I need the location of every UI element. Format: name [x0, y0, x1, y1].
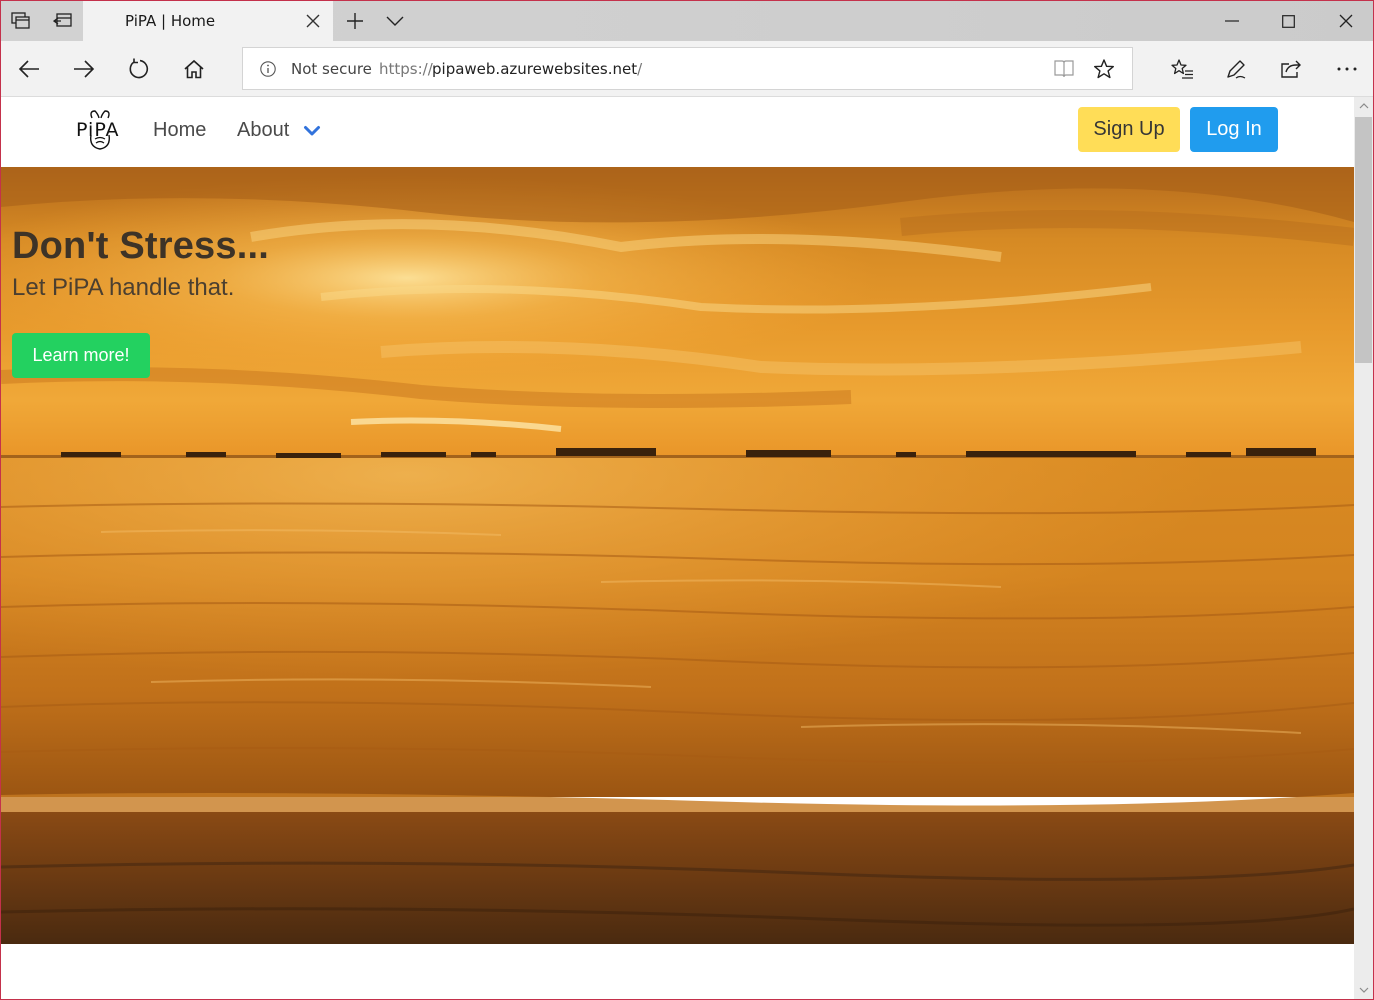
star-icon[interactable] [1093, 58, 1117, 82]
hero-title: Don't Stress... [12, 225, 269, 267]
browser-window: PiPA | Home Not secure https:// pipaweb.… [0, 0, 1374, 1000]
scroll-down-icon[interactable] [1354, 981, 1373, 999]
learn-more-button[interactable]: Learn more! [12, 333, 150, 378]
refresh-icon[interactable] [119, 49, 159, 89]
book-icon[interactable] [1053, 59, 1077, 81]
tabs-set-aside-icon[interactable] [43, 1, 83, 41]
scrollbar-thumb[interactable] [1355, 117, 1372, 363]
close-icon[interactable] [303, 11, 323, 31]
chevron-down-icon[interactable] [303, 122, 321, 140]
url-text: pipaweb.azurewebsites.net/ [432, 60, 642, 78]
nav-home-link[interactable]: Home [153, 119, 206, 142]
address-bar[interactable]: Not secure https:// pipaweb.azurewebsite… [242, 47, 1133, 90]
nav-about-link[interactable]: About [237, 119, 289, 142]
more-icon[interactable] [1327, 49, 1367, 89]
pipa-logo[interactable]: PiPA [75, 109, 125, 151]
url-scheme: https:// [379, 60, 433, 78]
active-tab[interactable]: PiPA | Home [83, 1, 333, 41]
page-scrollbar[interactable] [1354, 97, 1373, 999]
sign-up-button[interactable]: Sign Up [1078, 107, 1180, 152]
window-close-icon[interactable] [1317, 1, 1373, 41]
back-arrow-icon[interactable] [9, 49, 49, 89]
plus-icon[interactable] [335, 1, 375, 41]
maximize-icon[interactable] [1260, 1, 1317, 41]
security-label[interactable]: Not secure [291, 60, 372, 78]
svg-text:PiPA: PiPA [76, 119, 120, 141]
forward-arrow-icon[interactable] [64, 49, 104, 89]
url-host: pipaweb.azurewebsites.net [432, 60, 638, 78]
set-aside-tabs-icon[interactable] [1, 1, 41, 41]
share-icon[interactable] [1271, 49, 1311, 89]
pen-icon[interactable] [1216, 49, 1256, 89]
log-in-button[interactable]: Log In [1190, 107, 1278, 152]
hero-section: Don't Stress... Let PiPA handle that. Le… [1, 167, 1354, 944]
hero-subtitle: Let PiPA handle that. [12, 274, 235, 301]
browser-toolbar: Not secure https:// pipaweb.azurewebsite… [1, 41, 1373, 97]
scroll-up-icon[interactable] [1354, 97, 1373, 115]
page-viewport: PiPA Home About Sign Up Log In Don't Str… [1, 97, 1354, 999]
info-icon[interactable] [259, 60, 277, 78]
minimize-icon[interactable] [1203, 1, 1260, 41]
title-bar: PiPA | Home [1, 1, 1373, 41]
url-path: / [637, 60, 643, 78]
tab-title: PiPA | Home [125, 12, 216, 30]
page-below-fold [1, 944, 1354, 999]
favorites-list-icon[interactable] [1162, 49, 1202, 89]
chevron-down-icon[interactable] [375, 1, 415, 41]
site-navbar: PiPA Home About Sign Up Log In [1, 97, 1354, 167]
home-icon[interactable] [174, 49, 214, 89]
